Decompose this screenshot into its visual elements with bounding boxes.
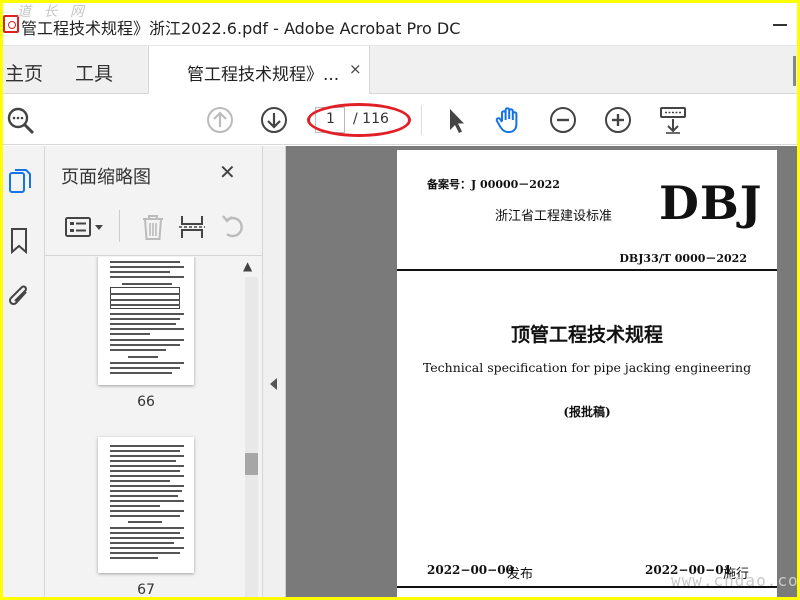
tab-tools[interactable]: 工具 (75, 59, 113, 86)
tab-home[interactable]: 主页 (5, 59, 43, 86)
tab-document-label: 管工程技术规程》... (187, 65, 340, 85)
delete-icon[interactable] (137, 212, 169, 242)
pdf-page: 备案号：J 00000－2022 浙江省工程建设标准 DBJ DBJ33/T 0… (397, 150, 777, 597)
window-edge (793, 56, 796, 86)
tab-close-icon[interactable]: × (349, 60, 362, 78)
document-title-en: Technical specification for pipe jacking… (422, 360, 752, 375)
select-cursor-icon[interactable] (441, 105, 471, 135)
standard-name: 浙江省工程建设标准 (495, 209, 613, 224)
header-rule (397, 269, 777, 271)
title-bar: 道 长 网 管工程技术规程》浙江2022.6.pdf - Adobe Acrob… (3, 3, 797, 46)
bookmark-icon[interactable] (7, 226, 33, 254)
publish-date: 2022−00−00 (427, 563, 514, 577)
rotate-icon[interactable] (219, 212, 251, 242)
toolbar: 1 / 116 (3, 95, 797, 145)
panel-collapse-gutter[interactable] (262, 146, 286, 597)
document-view[interactable]: 备案号：J 00000－2022 浙江省工程建设标准 DBJ DBJ33/T 0… (286, 146, 797, 597)
thumbnail-options-icon[interactable] (63, 212, 107, 242)
thumbnail-page-67[interactable] (98, 437, 194, 573)
dbj-badge: DBJ (659, 176, 763, 230)
document-status: (报批稿) (563, 405, 611, 419)
standard-number: DBJ33/T 0000－2022 (619, 252, 747, 265)
page-down-icon[interactable] (259, 105, 289, 135)
publish-label: 发布 (507, 567, 534, 582)
page-navigation: 1 / 116 (307, 103, 411, 137)
hand-tool-icon[interactable] (493, 105, 523, 135)
zoom-in-icon[interactable] (603, 105, 633, 135)
tab-document[interactable]: 管工程技术规程》... × (148, 46, 370, 94)
scrollbar-track[interactable] (245, 277, 258, 597)
thumbnail-label-66: 66 (137, 394, 155, 410)
panel-close-icon[interactable]: ✕ (219, 160, 236, 184)
toolbar-divider (421, 105, 422, 135)
minimize-icon[interactable] (773, 24, 787, 26)
attachment-icon[interactable] (7, 282, 33, 310)
navigation-rail (3, 146, 45, 597)
document-title-cn: 顶管工程技术规程 (510, 324, 663, 346)
panel-title: 页面缩略图 (61, 167, 151, 188)
thumbnail-page-66[interactable] (98, 257, 194, 385)
search-icon[interactable] (5, 105, 35, 135)
zoom-out-icon[interactable] (548, 105, 578, 135)
panel-toolbar (45, 202, 262, 256)
acrobat-window: 道 长 网 管工程技术规程》浙江2022.6.pdf - Adobe Acrob… (3, 3, 797, 597)
red-highlight-ellipse (307, 103, 411, 137)
page-thumbnails-icon[interactable] (7, 168, 33, 196)
thumbnail-list: 66 67 (45, 257, 238, 597)
filing-number: 备案号：J 00000－2022 (427, 178, 560, 191)
thumbnails-panel: 页面缩略图 ✕ 66 67 ▲ (45, 146, 262, 597)
watermark-bottom-right: www.cndao.co (671, 571, 797, 590)
scrollbar-thumb[interactable] (245, 453, 258, 475)
keyboard-dropdown-icon[interactable] (658, 105, 688, 135)
extract-icon[interactable] (177, 212, 209, 242)
panel-toolbar-divider (119, 210, 120, 242)
window-title: 管工程技术规程》浙江2022.6.pdf - Adobe Acrobat Pro… (21, 19, 461, 38)
thumbnail-scrollbar[interactable]: ▲ (238, 257, 262, 597)
tab-bar: 主页 工具 管工程技术规程》... × (3, 46, 797, 94)
thumbnail-label-67: 67 (137, 582, 155, 597)
scroll-up-arrow-icon[interactable]: ▲ (243, 259, 252, 273)
page-up-icon[interactable] (205, 105, 235, 135)
collapse-arrow-icon[interactable] (270, 378, 277, 390)
